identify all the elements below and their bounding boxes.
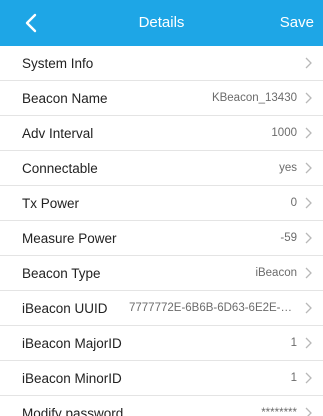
row-adv-interval[interactable]: Adv Interval 1000 bbox=[0, 116, 323, 151]
row-value: 1 bbox=[290, 372, 297, 384]
row-label: Measure Power bbox=[22, 230, 117, 246]
chevron-right-icon bbox=[303, 301, 313, 315]
chevron-right-icon bbox=[303, 56, 313, 70]
chevron-right-icon bbox=[303, 91, 313, 105]
save-button[interactable]: Save bbox=[280, 0, 314, 46]
chevron-right-icon bbox=[303, 231, 313, 245]
chevron-right-icon bbox=[303, 161, 313, 175]
row-beacon-type[interactable]: Beacon Type iBeacon bbox=[0, 256, 323, 291]
nav-bar: Details Save bbox=[0, 0, 323, 46]
row-modify-password[interactable]: Modify password ******** bbox=[0, 396, 323, 416]
row-label: iBeacon MinorID bbox=[22, 370, 122, 386]
chevron-right-icon bbox=[303, 126, 313, 140]
chevron-right-icon bbox=[303, 406, 313, 416]
row-label: System Info bbox=[22, 55, 94, 71]
row-ibeacon-uuid[interactable]: iBeacon UUID 7777772E-6B6B-6D63-6E2E-636… bbox=[0, 291, 323, 326]
row-beacon-name[interactable]: Beacon Name KBeacon_13430 bbox=[0, 81, 323, 116]
settings-list: System Info Beacon Name KBeacon_13430 Ad… bbox=[0, 46, 323, 416]
row-value: 1 bbox=[290, 337, 297, 349]
chevron-right-icon bbox=[303, 336, 313, 350]
row-connectable[interactable]: Connectable yes bbox=[0, 151, 323, 186]
row-value: ******** bbox=[261, 407, 297, 416]
row-value: yes bbox=[279, 162, 297, 174]
row-value: -59 bbox=[280, 232, 297, 244]
row-label: Tx Power bbox=[22, 195, 80, 211]
row-value: 0 bbox=[290, 197, 297, 209]
chevron-right-icon bbox=[303, 266, 313, 280]
row-value: iBeacon bbox=[255, 267, 297, 279]
row-ibeacon-majorid[interactable]: iBeacon MajorID 1 bbox=[0, 326, 323, 361]
row-tx-power[interactable]: Tx Power 0 bbox=[0, 186, 323, 221]
row-label: Beacon Name bbox=[22, 90, 108, 106]
row-label: iBeacon MajorID bbox=[22, 335, 122, 351]
row-label: Beacon Type bbox=[22, 265, 101, 281]
row-label: Connectable bbox=[22, 160, 98, 176]
row-label: iBeacon UUID bbox=[22, 300, 108, 316]
row-ibeacon-minorid[interactable]: iBeacon MinorID 1 bbox=[0, 361, 323, 396]
row-value: KBeacon_13430 bbox=[211, 92, 297, 104]
chevron-right-icon bbox=[303, 196, 313, 210]
row-system-info[interactable]: System Info bbox=[0, 46, 323, 81]
row-label: Adv Interval bbox=[22, 125, 94, 141]
row-label: Modify password bbox=[22, 405, 124, 416]
row-value: 1000 bbox=[271, 127, 297, 139]
chevron-right-icon bbox=[303, 371, 313, 385]
details-screen: Details Save System Info Beacon Name KBe… bbox=[0, 0, 323, 416]
row-value: 7777772E-6B6B-6D63-6E2E-636F... bbox=[129, 302, 297, 314]
row-measure-power[interactable]: Measure Power -59 bbox=[0, 221, 323, 256]
page-title: Details bbox=[138, 14, 185, 31]
